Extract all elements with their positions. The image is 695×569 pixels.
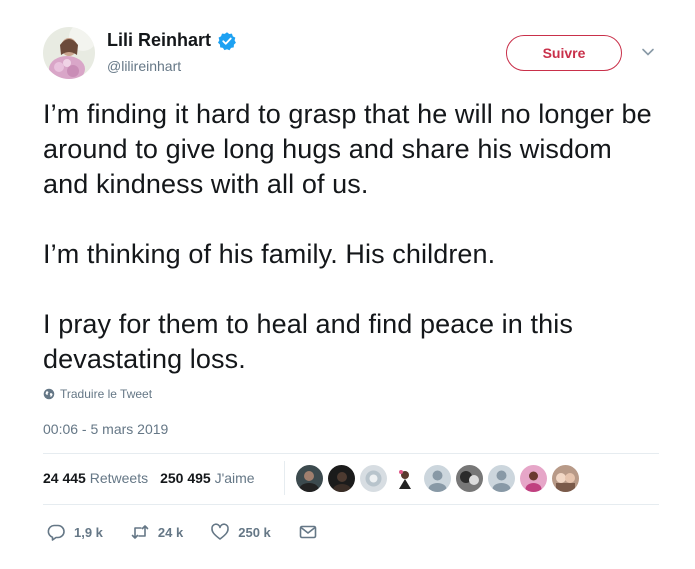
- divider: [43, 504, 659, 505]
- reply-button[interactable]: 1,9 k: [46, 522, 103, 542]
- translate-label[interactable]: Traduire le Tweet: [60, 387, 152, 401]
- retweet-button[interactable]: 24 k: [130, 522, 183, 542]
- author-name[interactable]: Lili Reinhart: [107, 30, 237, 51]
- retweets-stat[interactable]: 24 445 Retweets: [43, 470, 148, 486]
- liker-avatars: [296, 465, 579, 492]
- reply-icon: [47, 524, 65, 541]
- liker-avatar[interactable]: [424, 465, 451, 492]
- liker-avatar[interactable]: [392, 465, 419, 492]
- liker-avatar[interactable]: [296, 465, 323, 492]
- likes-label: J'aime: [214, 470, 255, 486]
- tweet-paragraph: I’m thinking of his family. His children…: [43, 239, 496, 269]
- globe-icon: [43, 388, 55, 400]
- liker-avatar[interactable]: [328, 465, 355, 492]
- likes-stat[interactable]: 250 495 J'aime: [160, 470, 255, 486]
- retweet-icon: [131, 525, 149, 539]
- verified-badge-icon: [218, 31, 236, 50]
- liker-avatar[interactable]: [552, 465, 579, 492]
- author-handle[interactable]: @lilireinhart: [107, 58, 181, 74]
- divider: [43, 453, 659, 454]
- liker-avatar[interactable]: [360, 465, 387, 492]
- tweet-timestamp[interactable]: 00:06 - 5 mars 2019: [43, 421, 168, 437]
- follow-button[interactable]: Suivre: [506, 35, 622, 71]
- tweet-text: I’m finding it hard to grasp that he wil…: [43, 97, 663, 412]
- tweet-paragraph: I pray for them to heal and find peace i…: [43, 309, 573, 374]
- chevron-down-icon[interactable]: [641, 45, 655, 59]
- mail-icon: [299, 525, 317, 539]
- liker-avatar[interactable]: [520, 465, 547, 492]
- likes-count: 250 495: [160, 470, 211, 486]
- retweets-count: 24 445: [43, 470, 86, 486]
- reply-count: 1,9 k: [74, 524, 103, 540]
- author-name-text[interactable]: Lili Reinhart: [107, 30, 211, 51]
- author-avatar[interactable]: [43, 27, 95, 79]
- liker-avatar[interactable]: [456, 465, 483, 492]
- like-button[interactable]: 250 k: [210, 522, 271, 542]
- like-count: 250 k: [238, 524, 271, 540]
- retweet-count: 24 k: [157, 524, 184, 540]
- direct-message-button[interactable]: [298, 522, 318, 542]
- tweet-stats: 24 445 Retweets 250 495 J'aime: [43, 470, 255, 486]
- retweets-label: Retweets: [89, 470, 149, 486]
- tweet-paragraph: I’m finding it hard to grasp that he wil…: [43, 99, 652, 199]
- liker-avatar[interactable]: [488, 465, 515, 492]
- tweet-actions: 1,9 k 24 k 250 k: [46, 522, 345, 542]
- heart-icon: [211, 523, 230, 540]
- translate-tweet-link[interactable]: Traduire le Tweet: [43, 387, 152, 401]
- stats-separator: [284, 461, 285, 495]
